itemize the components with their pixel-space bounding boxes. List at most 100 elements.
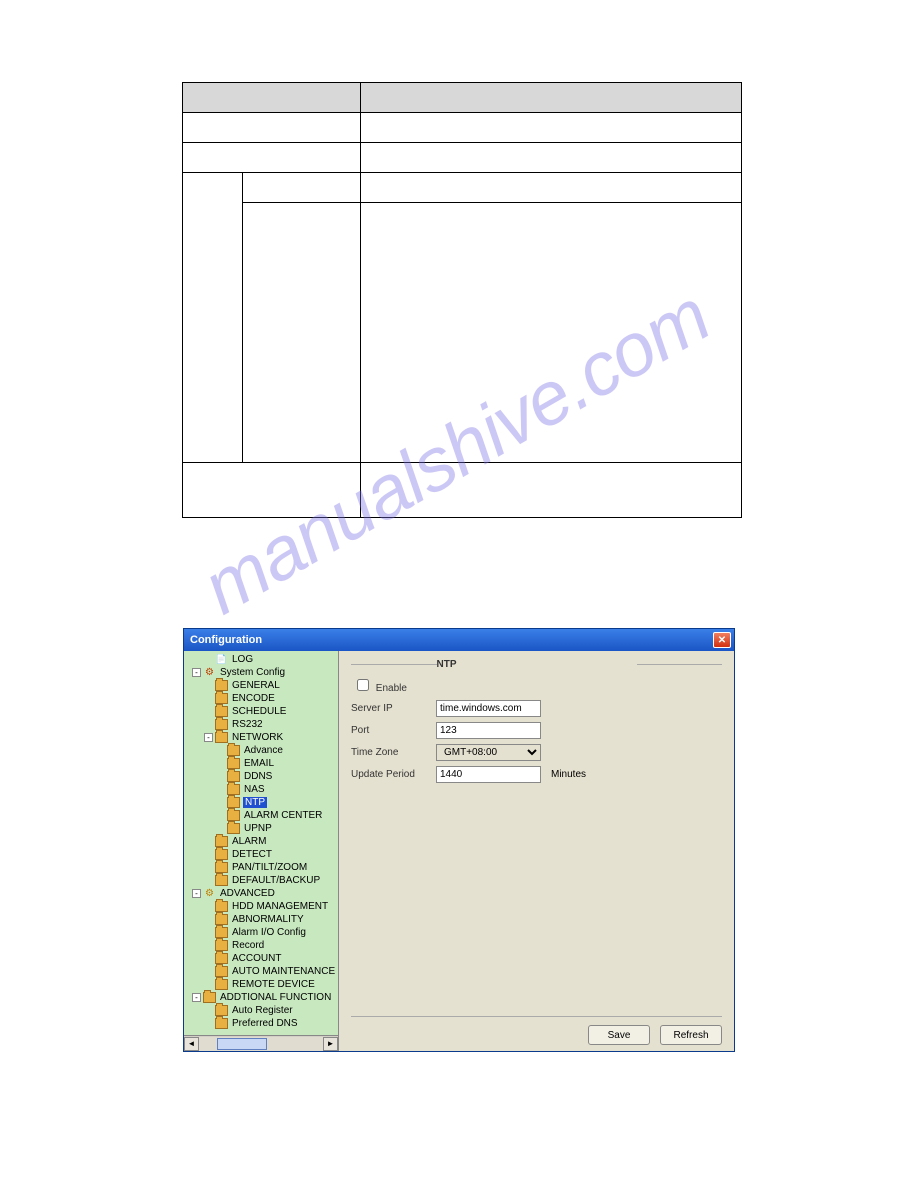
tree-panel: 📄LOG-⚙System ConfigGENERAL ENCODE SCHEDULE… [184, 651, 339, 1051]
scroll-thumb[interactable] [217, 1038, 267, 1050]
folder-icon [215, 732, 228, 743]
log-icon: 📄 [215, 653, 228, 666]
tree-item-label: DETECT [231, 849, 273, 860]
folder-icon [215, 849, 228, 860]
folder-icon [227, 797, 240, 808]
tree-item-hdd-management[interactable]: HDD MANAGEMENT [186, 900, 338, 913]
tree-item-label: ENCODE [231, 693, 276, 704]
tree-item-record[interactable]: Record [186, 939, 338, 952]
tree-item-auto-maintenance[interactable]: AUTO MAINTENANCE [186, 965, 338, 978]
tree-item-label: DDNS [243, 771, 273, 782]
scroll-track[interactable] [199, 1037, 323, 1051]
tree-item-label: ALARM CENTER [243, 810, 323, 821]
tree-item-label: NTP [243, 797, 267, 808]
tree-item-advance[interactable]: Advance [186, 744, 338, 757]
folder-icon [227, 784, 240, 795]
tree-item-auto-register[interactable]: Auto Register [186, 1004, 338, 1017]
scroll-right-icon[interactable]: ► [323, 1037, 338, 1051]
folder-icon [215, 693, 228, 704]
window-title: Configuration [190, 634, 262, 646]
update-period-input[interactable] [436, 766, 541, 783]
tree-item-detect[interactable]: DETECT [186, 848, 338, 861]
window-titlebar[interactable]: Configuration ✕ [184, 629, 734, 651]
tree-toggle-icon[interactable]: - [204, 733, 213, 742]
folder-icon [227, 758, 240, 769]
tree-item-label: ALARM [231, 836, 267, 847]
folder-icon [215, 966, 228, 977]
tree-item-label: SCHEDULE [231, 706, 287, 717]
enable-row: Enable [351, 679, 436, 694]
tree-item-nas[interactable]: NAS [186, 783, 338, 796]
tree-item-label: PAN/TILT/ZOOM [231, 862, 308, 873]
tree-item-rs232[interactable]: RS232 [186, 718, 338, 731]
enable-label: Enable [376, 683, 407, 694]
server-ip-input[interactable] [436, 700, 541, 717]
tree-item-abnormality[interactable]: ABNORMALITY [186, 913, 338, 926]
folder-icon [215, 1005, 228, 1016]
tree-item-advanced[interactable]: -⚙ADVANCED [186, 887, 338, 900]
tree-item-email[interactable]: EMAIL [186, 757, 338, 770]
refresh-button[interactable]: Refresh [660, 1025, 722, 1045]
group-title: NTP [437, 659, 637, 670]
tree-toggle-icon[interactable]: - [192, 889, 201, 898]
tree-item-log[interactable]: 📄LOG [186, 653, 338, 666]
tree-item-alarm-center[interactable]: ALARM CENTER [186, 809, 338, 822]
tree-item-label: RS232 [231, 719, 264, 730]
save-button[interactable]: Save [588, 1025, 650, 1045]
update-period-suffix: Minutes [551, 769, 586, 780]
tree-item-pan-tilt-zoom[interactable]: PAN/TILT/ZOOM [186, 861, 338, 874]
tree-item-preferred-dns[interactable]: Preferred DNS [186, 1017, 338, 1030]
group-header: NTP [351, 659, 722, 670]
tree-item-label: ACCOUNT [231, 953, 282, 964]
button-row: Save Refresh [351, 1017, 722, 1045]
tree-item-account[interactable]: ACCOUNT [186, 952, 338, 965]
folder-icon [215, 836, 228, 847]
tree-scrollbar[interactable]: ◄ ► [184, 1035, 338, 1051]
folder-icon [227, 771, 240, 782]
tree-item-network[interactable]: -NETWORK [186, 731, 338, 744]
close-button[interactable]: ✕ [713, 632, 731, 648]
time-zone-select[interactable]: GMT+08:00 [436, 744, 541, 761]
tree-toggle-icon[interactable]: - [192, 993, 201, 1002]
tree-item-schedule[interactable]: SCHEDULE [186, 705, 338, 718]
tree-item-default-backup[interactable]: DEFAULT/BACKUP [186, 874, 338, 887]
scroll-left-icon[interactable]: ◄ [184, 1037, 199, 1051]
folder-icon [215, 901, 228, 912]
tree-item-ntp[interactable]: NTP [186, 796, 338, 809]
folder-icon [215, 953, 228, 964]
folder-icon [215, 719, 228, 730]
folder-icon [215, 927, 228, 938]
update-period-label: Update Period [351, 769, 436, 780]
tree-item-system-config[interactable]: -⚙System Config [186, 666, 338, 679]
folder-icon [215, 875, 228, 886]
tree-item-label: REMOTE DEVICE [231, 979, 316, 990]
port-input[interactable] [436, 722, 541, 739]
tree-item-label: ADDTIONAL FUNCTION [219, 992, 332, 1003]
folder-icon [203, 992, 216, 1003]
tree-item-ddns[interactable]: DDNS [186, 770, 338, 783]
server-ip-label: Server IP [351, 703, 436, 714]
time-zone-label: Time Zone [351, 747, 436, 758]
tree-item-upnp[interactable]: UPNP [186, 822, 338, 835]
tree-item-label: Advance [243, 745, 284, 756]
config-tree[interactable]: 📄LOG-⚙System ConfigGENERAL ENCODE SCHEDULE… [184, 651, 338, 1035]
tree-toggle-icon[interactable]: - [192, 668, 201, 677]
doc-table [182, 82, 742, 518]
tree-item-label: LOG [231, 654, 254, 665]
tree-item-alarm[interactable]: ALARM [186, 835, 338, 848]
folder-icon [227, 810, 240, 821]
ntp-form-panel: NTP Enable Server IP Port Time Zone [339, 651, 734, 1051]
configuration-window: Configuration ✕ 📄LOG-⚙System ConfigGENER… [183, 628, 735, 1052]
enable-checkbox[interactable] [357, 679, 369, 691]
tree-item-encode[interactable]: ENCODE [186, 692, 338, 705]
folder-icon [215, 862, 228, 873]
tree-item-general[interactable]: GENERAL [186, 679, 338, 692]
tree-item-alarm-i-o-config[interactable]: Alarm I/O Config [186, 926, 338, 939]
tree-item-label: Alarm I/O Config [231, 927, 307, 938]
tree-item-label: GENERAL [231, 680, 281, 691]
tree-item-label: ADVANCED [219, 888, 276, 899]
tree-item-addtional-function[interactable]: - ADDTIONAL FUNCTION [186, 991, 338, 1004]
tree-item-label: Auto Register [231, 1005, 294, 1016]
tree-item-label: UPNP [243, 823, 273, 834]
tree-item-label: NAS [243, 784, 266, 795]
